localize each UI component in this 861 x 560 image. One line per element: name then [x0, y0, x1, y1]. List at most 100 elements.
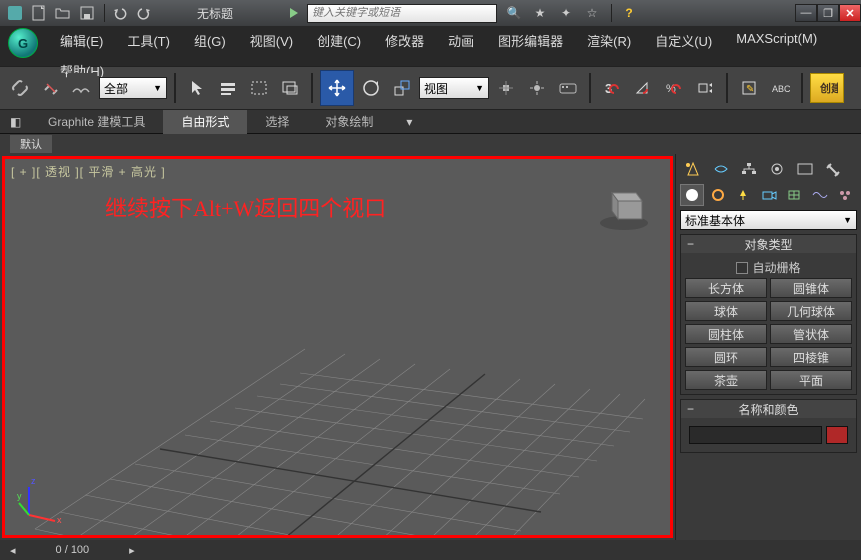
- named-sel-icon[interactable]: ✎: [735, 73, 763, 103]
- tool-icon[interactable]: ✦: [555, 4, 577, 22]
- ribbon-tab-select[interactable]: 选择: [247, 110, 307, 134]
- btn-geosphere[interactable]: 几何球体: [770, 301, 852, 321]
- bookmark-icon[interactable]: ★: [529, 4, 551, 22]
- search-input[interactable]: [307, 4, 497, 23]
- app-menu-icon[interactable]: [4, 2, 26, 24]
- redo-icon[interactable]: [133, 2, 155, 24]
- pivot-icon[interactable]: [492, 73, 520, 103]
- search-tools: 🔍 ★ ✦ ☆ ?: [503, 4, 642, 22]
- new-icon[interactable]: [28, 2, 50, 24]
- select-name-icon[interactable]: [214, 73, 242, 103]
- rollout-head-namecolor[interactable]: −名称和颜色: [681, 400, 856, 418]
- btn-plane[interactable]: 平面: [770, 370, 852, 390]
- ribbon-tab-freeform[interactable]: 自由形式: [163, 110, 247, 134]
- chevron-right-icon[interactable]: ▸: [129, 544, 135, 557]
- rotate-icon[interactable]: [357, 73, 385, 103]
- selection-filter-label: 全部: [104, 80, 128, 97]
- shapes-cat-icon[interactable]: [706, 184, 730, 206]
- utilities-tab-icon[interactable]: [820, 158, 846, 180]
- manip-icon[interactable]: [523, 73, 551, 103]
- btn-cylinder[interactable]: 圆柱体: [685, 324, 767, 344]
- open-icon[interactable]: [52, 2, 74, 24]
- svg-text:x: x: [57, 515, 62, 523]
- cameras-cat-icon[interactable]: [757, 184, 781, 206]
- window-controls: — ❐ ✕: [795, 4, 861, 22]
- btn-torus[interactable]: 圆环: [685, 347, 767, 367]
- viewcube[interactable]: [594, 175, 654, 235]
- btn-teapot[interactable]: 茶壶: [685, 370, 767, 390]
- menu-custom[interactable]: 自定义(U): [643, 28, 724, 48]
- menu-view[interactable]: 视图(V): [238, 28, 305, 48]
- svg-text:y: y: [17, 491, 22, 501]
- autogrid-checkbox[interactable]: [736, 262, 748, 274]
- window-crossing-icon[interactable]: [276, 73, 304, 103]
- svg-text:✎: ✎: [746, 84, 754, 95]
- menu-create[interactable]: 创建(C): [305, 28, 373, 48]
- scale-icon[interactable]: [388, 73, 416, 103]
- viewport-perspective[interactable]: [ + ][ 透视 ][ 平滑 + 高光 ] 继续按下Alt+W返回四个视口: [2, 156, 673, 538]
- viewport-label: [ + ][ 透视 ][ 平滑 + 高光 ]: [11, 163, 166, 180]
- app-logo[interactable]: G: [8, 28, 38, 58]
- btn-sphere[interactable]: 球体: [685, 301, 767, 321]
- menu-edit[interactable]: 编辑(E): [48, 28, 115, 48]
- btn-box[interactable]: 长方体: [685, 278, 767, 298]
- object-name-input[interactable]: [689, 426, 822, 444]
- menu-grapheditor[interactable]: 图形编辑器: [486, 28, 575, 48]
- menu-tools[interactable]: 工具(T): [115, 28, 182, 48]
- unlink-icon[interactable]: [37, 73, 65, 103]
- angle-snap-icon[interactable]: [629, 73, 657, 103]
- keymode-icon[interactable]: [554, 73, 582, 103]
- btn-cone[interactable]: 圆锥体: [770, 278, 852, 298]
- percent-snap-icon[interactable]: %: [660, 73, 688, 103]
- btn-tube[interactable]: 管状体: [770, 324, 852, 344]
- subcategory-combo[interactable]: 标准基本体▼: [680, 210, 857, 230]
- helpers-cat-icon[interactable]: [782, 184, 806, 206]
- autogrid-row[interactable]: 自动栅格: [685, 257, 852, 278]
- ribbon-pin-icon[interactable]: ◧: [10, 115, 24, 129]
- select-region-icon[interactable]: [245, 73, 273, 103]
- geometry-cat-icon[interactable]: [680, 184, 704, 206]
- bind-icon[interactable]: [68, 73, 96, 103]
- display-tab-icon[interactable]: [792, 158, 818, 180]
- help-icon[interactable]: ?: [618, 4, 640, 22]
- motion-tab-icon[interactable]: [764, 158, 790, 180]
- subcategory-label: 标准基本体: [685, 212, 745, 229]
- rollout-head-objtype[interactable]: −对象类型: [681, 235, 856, 253]
- mirror-icon[interactable]: 创建: [810, 73, 844, 103]
- subrib-default[interactable]: 默认: [10, 135, 52, 153]
- lights-cat-icon[interactable]: [731, 184, 755, 206]
- menu-maxscript[interactable]: MAXScript(M): [724, 28, 829, 48]
- chevron-left-icon[interactable]: ◂: [10, 544, 16, 557]
- menu-render[interactable]: 渲染(R): [575, 28, 643, 48]
- btn-pyramid[interactable]: 四棱锥: [770, 347, 852, 367]
- ribbon-tab-graphite[interactable]: Graphite 建模工具: [30, 110, 163, 134]
- modify-tab-icon[interactable]: [708, 158, 734, 180]
- hierarchy-tab-icon[interactable]: [736, 158, 762, 180]
- link-icon[interactable]: [6, 73, 34, 103]
- undo-icon[interactable]: [109, 2, 131, 24]
- selection-filter[interactable]: 全部▼: [99, 77, 167, 99]
- move-icon[interactable]: [323, 73, 351, 103]
- play-icon[interactable]: [283, 2, 305, 24]
- binoculars-icon[interactable]: 🔍: [503, 4, 525, 22]
- close-button[interactable]: ✕: [839, 4, 861, 22]
- create-tab-icon[interactable]: [680, 158, 706, 180]
- create-sel-icon[interactable]: ABC: [766, 73, 794, 103]
- menu-modifier[interactable]: 修改器: [373, 28, 436, 48]
- ref-coord-combo[interactable]: 视图▼: [419, 77, 489, 99]
- spinner-snap-icon[interactable]: [691, 73, 719, 103]
- select-icon[interactable]: [183, 73, 211, 103]
- systems-cat-icon[interactable]: [833, 184, 857, 206]
- menu-anim[interactable]: 动画: [436, 28, 486, 48]
- ribbon-expand-icon[interactable]: ▾: [399, 115, 419, 129]
- star-icon[interactable]: ☆: [581, 4, 603, 22]
- minimize-button[interactable]: —: [795, 4, 817, 22]
- menu-group[interactable]: 组(G): [182, 28, 238, 48]
- snap-toggle-icon[interactable]: 3: [598, 73, 626, 103]
- save-icon[interactable]: [76, 2, 98, 24]
- menu-help[interactable]: 帮助(H): [48, 58, 853, 78]
- spacewarps-cat-icon[interactable]: [808, 184, 832, 206]
- object-color-swatch[interactable]: [826, 426, 848, 444]
- ribbon-tab-objpaint[interactable]: 对象绘制: [307, 110, 391, 134]
- maximize-button[interactable]: ❐: [817, 4, 839, 22]
